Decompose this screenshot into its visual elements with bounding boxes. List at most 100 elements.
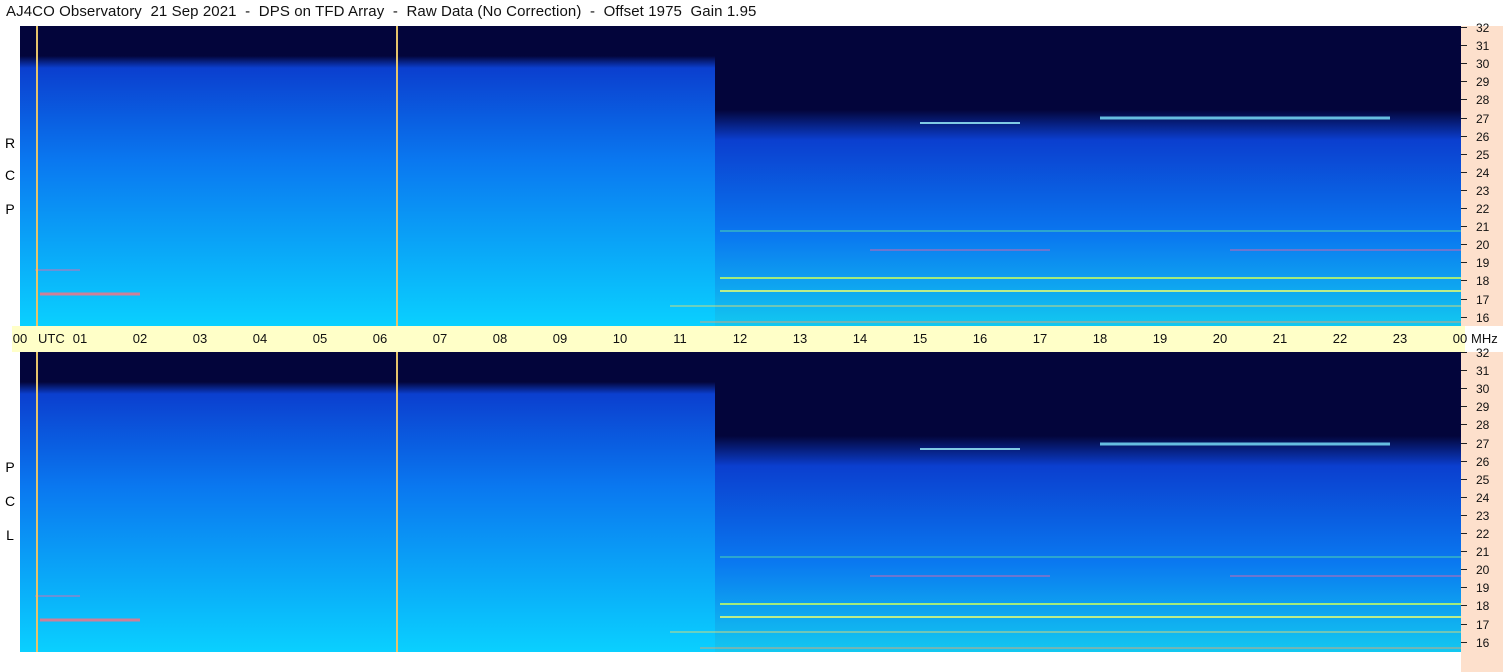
tick-mark bbox=[1461, 316, 1467, 318]
hour-label: 23 bbox=[1392, 331, 1408, 346]
frequency-tick: 26 bbox=[1461, 455, 1503, 469]
frequency-tick: 28 bbox=[1461, 418, 1503, 432]
frequency-tick-label: 27 bbox=[1476, 111, 1490, 126]
lcp-spectrogram-plot bbox=[20, 352, 1461, 652]
page-title: AJ4CO Observatory 21 Sep 2021 - DPS on T… bbox=[6, 3, 757, 20]
frequency-tick-label: 28 bbox=[1476, 93, 1490, 108]
hour-label: 22 bbox=[1332, 331, 1348, 346]
tick-mark bbox=[1461, 99, 1467, 101]
frequency-tick: 23 bbox=[1461, 509, 1503, 523]
tick-mark bbox=[1461, 226, 1467, 228]
frequency-tick-label: 22 bbox=[1476, 202, 1490, 216]
rcp-letter-r: R bbox=[4, 135, 16, 151]
hour-label: 12 bbox=[732, 331, 748, 346]
spectrogram-nighttime-region bbox=[715, 26, 1461, 326]
lcp-frequency-axis: 32 31 30 29 28 27 26 25 24 23 22 21 20 19 18 17 16 bbox=[1461, 346, 1503, 672]
hour-label: 04 bbox=[252, 331, 268, 346]
frequency-tick-label: 16 bbox=[1476, 310, 1490, 325]
hour-label: 15 bbox=[912, 331, 928, 346]
tick-mark bbox=[1461, 27, 1467, 28]
hour-label: 17 bbox=[1032, 331, 1048, 346]
frequency-tick-label: 23 bbox=[1476, 183, 1490, 198]
hour-label: 19 bbox=[1152, 331, 1168, 346]
tick-mark bbox=[1461, 496, 1467, 498]
frequency-tick: 21 bbox=[1461, 220, 1503, 234]
tick-mark bbox=[1461, 623, 1467, 625]
hour-label: 05 bbox=[312, 331, 328, 346]
frequency-tick-label: 22 bbox=[1476, 527, 1490, 541]
hour-label: 21 bbox=[1272, 331, 1288, 346]
tick-mark bbox=[1461, 298, 1467, 300]
frequency-tick-label: 29 bbox=[1476, 400, 1490, 415]
frequency-tick-label: 29 bbox=[1476, 75, 1490, 90]
tick-mark bbox=[1461, 153, 1467, 155]
frequency-tick-label: 19 bbox=[1476, 256, 1490, 271]
hour-label: 16 bbox=[972, 331, 988, 346]
hour-label: 06 bbox=[372, 331, 388, 346]
frequency-tick-label: 24 bbox=[1476, 165, 1490, 180]
tick-mark bbox=[1461, 189, 1467, 191]
frequency-tick: 29 bbox=[1461, 400, 1503, 414]
rcp-spectrogram-plot bbox=[20, 26, 1461, 326]
hour-label: 07 bbox=[432, 331, 448, 346]
frequency-tick: 27 bbox=[1461, 437, 1503, 451]
tick-mark bbox=[1461, 424, 1467, 426]
lcp-label-strip: P C L bbox=[0, 352, 20, 672]
frequency-tick: 25 bbox=[1461, 148, 1503, 162]
rcp-spectrogram bbox=[20, 26, 1461, 326]
frequency-tick-label: 28 bbox=[1476, 418, 1490, 433]
lcp-letter-c: C bbox=[4, 493, 16, 509]
rcp-label-strip: R C P bbox=[0, 26, 20, 326]
tick-mark bbox=[1461, 641, 1467, 643]
frequency-tick-label: 17 bbox=[1476, 617, 1490, 632]
frequency-tick-label: 32 bbox=[1476, 21, 1490, 35]
frequency-tick: 17 bbox=[1461, 293, 1503, 307]
frequency-tick-label: 24 bbox=[1476, 490, 1490, 505]
tick-mark bbox=[1461, 514, 1467, 516]
hour-label: 00 bbox=[12, 331, 28, 346]
hour-label: 18 bbox=[1092, 331, 1108, 346]
frequency-tick-label: 25 bbox=[1476, 147, 1490, 162]
tick-mark bbox=[1461, 406, 1467, 408]
frequency-tick-label: 31 bbox=[1476, 364, 1490, 379]
hour-label: 08 bbox=[492, 331, 508, 346]
frequency-tick-label: 19 bbox=[1476, 581, 1490, 596]
frequency-tick: 19 bbox=[1461, 256, 1503, 270]
frequency-tick-label: 30 bbox=[1476, 382, 1490, 397]
frequency-tick: 24 bbox=[1461, 166, 1503, 180]
rcp-frequency-axis: 32 31 30 29 28 27 26 25 24 23 22 21 20 19 18 17 16 bbox=[1461, 21, 1503, 326]
tick-mark bbox=[1461, 533, 1467, 534]
title-bar: AJ4CO Observatory 21 Sep 2021 - DPS on T… bbox=[0, 0, 1503, 26]
spectrogram-nighttime-region bbox=[715, 352, 1461, 652]
mhz-label: MHz bbox=[1471, 331, 1498, 346]
rcp-letter-p: P bbox=[5, 201, 15, 217]
frequency-tick-label: 27 bbox=[1476, 436, 1490, 451]
frequency-tick: 24 bbox=[1461, 491, 1503, 505]
frequency-tick: 32 bbox=[1461, 346, 1503, 360]
frequency-tick: 29 bbox=[1461, 75, 1503, 89]
tick-mark bbox=[1461, 605, 1467, 607]
frequency-tick: 28 bbox=[1461, 93, 1503, 107]
frequency-tick-label: 20 bbox=[1476, 563, 1490, 578]
tick-mark bbox=[1461, 442, 1467, 444]
frequency-tick: 16 bbox=[1461, 636, 1503, 650]
tick-mark bbox=[1461, 135, 1467, 137]
spectrogram-daytime-region bbox=[20, 26, 720, 326]
spectrogram-daytime-region bbox=[20, 352, 720, 652]
hour-label: 20 bbox=[1212, 331, 1228, 346]
frequency-tick: 18 bbox=[1461, 274, 1503, 288]
tick-mark bbox=[1461, 551, 1467, 553]
tick-mark bbox=[1461, 370, 1467, 372]
frequency-tick: 22 bbox=[1461, 527, 1503, 541]
hour-label: 01 bbox=[72, 331, 88, 346]
hour-label: 02 bbox=[132, 331, 148, 346]
tick-mark bbox=[1461, 208, 1467, 209]
frequency-tick-label: 25 bbox=[1476, 472, 1490, 487]
tick-mark bbox=[1461, 117, 1467, 119]
lcp-letter-l: L bbox=[6, 527, 14, 543]
lcp-spectrogram bbox=[20, 352, 1461, 652]
frequency-tick: 20 bbox=[1461, 238, 1503, 252]
hour-label: 13 bbox=[792, 331, 808, 346]
rcp-letter-c: C bbox=[4, 167, 16, 183]
tick-mark bbox=[1461, 45, 1467, 47]
